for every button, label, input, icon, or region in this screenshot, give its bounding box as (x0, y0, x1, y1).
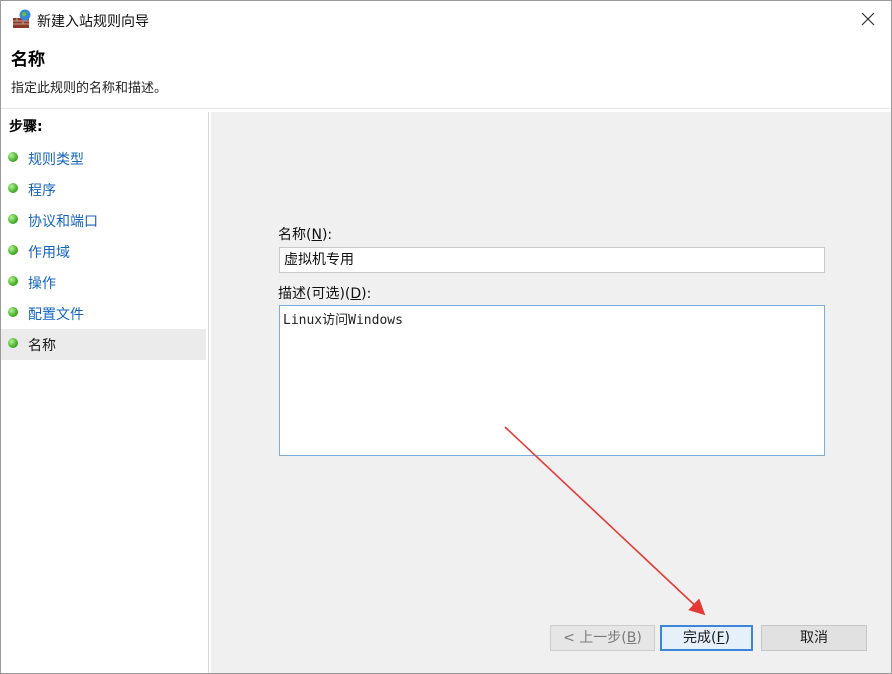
header-divider (1, 108, 891, 109)
steps-sidebar: 步骤: 规则类型 程序 协议和端口 作用域 操作 配置文件 名称 (1, 112, 208, 673)
sidebar-item-scope[interactable]: 作用域 (1, 236, 206, 267)
green-dot-icon (8, 338, 18, 348)
sidebar-item-profile[interactable]: 配置文件 (1, 298, 206, 329)
back-button[interactable]: < 上一步(B) (550, 625, 655, 651)
step-label[interactable]: 协议和端口 (28, 211, 98, 231)
description-field-label: 描述(可选)(D): (278, 286, 372, 302)
step-label[interactable]: 作用域 (28, 242, 70, 262)
close-button[interactable] (845, 1, 891, 37)
step-label[interactable]: 配置文件 (28, 304, 84, 324)
cancel-button[interactable]: 取消 (761, 625, 867, 651)
steps-heading: 步骤: (9, 119, 43, 135)
sidebar-item-rule-type[interactable]: 规则类型 (1, 143, 206, 174)
green-dot-icon (8, 276, 18, 286)
sidebar-item-program[interactable]: 程序 (1, 174, 206, 205)
green-dot-icon (8, 183, 18, 193)
page-header: 名称 指定此规则的名称和描述。 (1, 39, 891, 109)
green-dot-icon (8, 214, 18, 224)
green-dot-icon (8, 152, 18, 162)
green-dot-icon (8, 245, 18, 255)
close-icon (861, 12, 875, 26)
page-description: 指定此规则的名称和描述。 (11, 81, 168, 96)
wizard-window: 新建入站规则向导 名称 指定此规则的名称和描述。 步骤: 规则类型 程序 协议和… (0, 0, 892, 674)
page-title: 名称 (11, 50, 45, 70)
name-input[interactable]: 虚拟机专用 (279, 247, 825, 273)
description-textarea[interactable]: Linux访问Windows (279, 305, 825, 456)
main-content: 名称(N): 虚拟机专用 描述(可选)(D): Linux访问Windows <… (211, 112, 891, 673)
sidebar-item-name[interactable]: 名称 (1, 329, 206, 360)
firewall-icon (12, 9, 32, 29)
step-label[interactable]: 操作 (28, 273, 56, 293)
title-bar[interactable]: 新建入站规则向导 (1, 1, 891, 39)
sidebar-item-protocol-ports[interactable]: 协议和端口 (1, 205, 206, 236)
window-title: 新建入站规则向导 (37, 14, 149, 30)
green-dot-icon (8, 307, 18, 317)
step-label[interactable]: 规则类型 (28, 149, 84, 169)
sidebar-item-action[interactable]: 操作 (1, 267, 206, 298)
sidebar-divider (208, 112, 209, 673)
step-label[interactable]: 程序 (28, 180, 56, 200)
name-field-label: 名称(N): (278, 227, 333, 243)
steps-list: 规则类型 程序 协议和端口 作用域 操作 配置文件 名称 (1, 143, 206, 360)
step-label: 名称 (28, 338, 56, 354)
finish-button[interactable]: 完成(F) (660, 625, 753, 651)
